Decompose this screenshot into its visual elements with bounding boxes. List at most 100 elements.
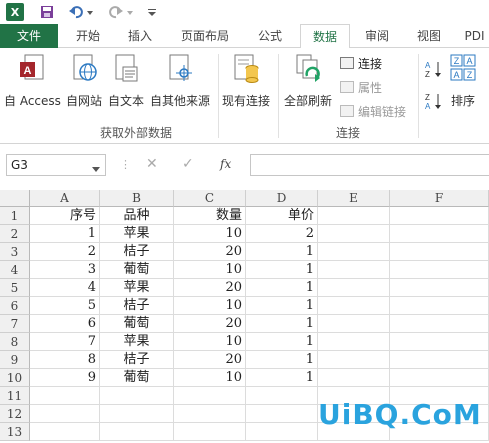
cell-b3[interactable]: 桔子 <box>100 243 174 261</box>
edit-links-button[interactable]: 编辑链接 <box>340 102 406 120</box>
tab-pdf[interactable]: PDI <box>460 24 489 48</box>
cell-c2[interactable]: 10 <box>174 225 246 243</box>
cell-e4[interactable] <box>318 261 390 279</box>
cell-d5[interactable]: 1 <box>246 279 318 297</box>
cell-a4[interactable]: 3 <box>30 261 100 279</box>
cancel-icon[interactable]: ✕ <box>146 156 158 172</box>
cell-c7[interactable]: 20 <box>174 315 246 333</box>
cell-b8[interactable]: 苹果 <box>100 333 174 351</box>
refresh-all-button[interactable]: 全部刷新 <box>284 54 332 109</box>
cell-d2[interactable]: 2 <box>246 225 318 243</box>
cell-d11[interactable] <box>246 387 318 405</box>
cell-b12[interactable] <box>100 405 174 423</box>
cell-a10[interactable]: 9 <box>30 369 100 387</box>
row-header-2[interactable]: 2 <box>0 225 30 243</box>
row-header-9[interactable]: 9 <box>0 351 30 369</box>
row-header-4[interactable]: 4 <box>0 261 30 279</box>
cell-d6[interactable]: 1 <box>246 297 318 315</box>
cell-b13[interactable] <box>100 423 174 441</box>
cell-a9[interactable]: 8 <box>30 351 100 369</box>
cell-d9[interactable]: 1 <box>246 351 318 369</box>
cell-c11[interactable] <box>174 387 246 405</box>
cell-f1[interactable] <box>390 207 489 225</box>
cell-b5[interactable]: 苹果 <box>100 279 174 297</box>
cell-e7[interactable] <box>318 315 390 333</box>
tab-page-layout[interactable]: 页面布局 <box>172 24 238 48</box>
tab-file[interactable]: 文件 <box>0 24 58 48</box>
save-icon[interactable] <box>38 3 56 21</box>
cell-c8[interactable]: 10 <box>174 333 246 351</box>
row-header-12[interactable]: 12 <box>0 405 30 423</box>
cell-b1[interactable]: 品种 <box>100 207 174 225</box>
column-header-f[interactable]: F <box>390 190 489 207</box>
from-text-button[interactable]: 自文本 <box>108 54 144 109</box>
cell-e2[interactable] <box>318 225 390 243</box>
cell-c1[interactable]: 数量 <box>174 207 246 225</box>
cell-c5[interactable]: 20 <box>174 279 246 297</box>
cell-a3[interactable]: 2 <box>30 243 100 261</box>
cell-d4[interactable]: 1 <box>246 261 318 279</box>
cell-c4[interactable]: 10 <box>174 261 246 279</box>
cell-a6[interactable]: 5 <box>30 297 100 315</box>
connections-button[interactable]: 连接 <box>340 54 382 72</box>
column-header-c[interactable]: C <box>174 190 246 207</box>
row-header-7[interactable]: 7 <box>0 315 30 333</box>
cell-d1[interactable]: 单价 <box>246 207 318 225</box>
cell-f2[interactable] <box>390 225 489 243</box>
row-header-6[interactable]: 6 <box>0 297 30 315</box>
redo-icon[interactable] <box>106 3 136 21</box>
select-all-corner[interactable] <box>0 190 30 207</box>
cell-a13[interactable] <box>30 423 100 441</box>
tab-insert[interactable]: 插入 <box>116 24 164 48</box>
cell-d8[interactable]: 1 <box>246 333 318 351</box>
cell-f8[interactable] <box>390 333 489 351</box>
cell-f9[interactable] <box>390 351 489 369</box>
row-header-11[interactable]: 11 <box>0 387 30 405</box>
cell-e3[interactable] <box>318 243 390 261</box>
row-header-1[interactable]: 1 <box>0 207 30 225</box>
cell-f7[interactable] <box>390 315 489 333</box>
column-header-d[interactable]: D <box>246 190 318 207</box>
undo-icon[interactable] <box>66 3 96 21</box>
cell-e6[interactable] <box>318 297 390 315</box>
sort-button[interactable]: ZAAZ 排序 <box>450 54 476 109</box>
tab-formulas[interactable]: 公式 <box>248 24 292 48</box>
name-box-dropdown-icon[interactable] <box>92 162 100 176</box>
enter-icon[interactable]: ✓ <box>182 156 194 172</box>
cell-a2[interactable]: 1 <box>30 225 100 243</box>
cell-f3[interactable] <box>390 243 489 261</box>
sort-ascending-icon[interactable]: AZ <box>424 60 442 78</box>
cell-e1[interactable] <box>318 207 390 225</box>
cell-f10[interactable] <box>390 369 489 387</box>
from-access-button[interactable]: A 自 Access <box>4 54 61 109</box>
cell-d7[interactable]: 1 <box>246 315 318 333</box>
cell-b4[interactable]: 葡萄 <box>100 261 174 279</box>
cell-d3[interactable]: 1 <box>246 243 318 261</box>
cell-a8[interactable]: 7 <box>30 333 100 351</box>
column-header-b[interactable]: B <box>100 190 174 207</box>
from-web-button[interactable]: 自网站 <box>66 54 102 109</box>
cell-c3[interactable]: 20 <box>174 243 246 261</box>
cell-a5[interactable]: 4 <box>30 279 100 297</box>
cell-b6[interactable]: 桔子 <box>100 297 174 315</box>
row-header-10[interactable]: 10 <box>0 369 30 387</box>
cell-f5[interactable] <box>390 279 489 297</box>
cell-a1[interactable]: 序号 <box>30 207 100 225</box>
cell-d13[interactable] <box>246 423 318 441</box>
tab-review[interactable]: 审阅 <box>354 24 400 48</box>
tab-data[interactable]: 数据 <box>300 24 350 49</box>
cell-b7[interactable]: 葡萄 <box>100 315 174 333</box>
cell-c12[interactable] <box>174 405 246 423</box>
tab-view[interactable]: 视图 <box>406 24 452 48</box>
row-header-5[interactable]: 5 <box>0 279 30 297</box>
cell-c6[interactable]: 10 <box>174 297 246 315</box>
cell-c9[interactable]: 20 <box>174 351 246 369</box>
insert-function-icon[interactable]: fx <box>220 157 231 171</box>
row-header-3[interactable]: 3 <box>0 243 30 261</box>
cell-e10[interactable] <box>318 369 390 387</box>
cell-a11[interactable] <box>30 387 100 405</box>
cell-f4[interactable] <box>390 261 489 279</box>
customize-qat-icon[interactable] <box>146 3 158 21</box>
tab-home[interactable]: 开始 <box>64 24 112 48</box>
sort-descending-icon[interactable]: ZA <box>424 92 442 110</box>
